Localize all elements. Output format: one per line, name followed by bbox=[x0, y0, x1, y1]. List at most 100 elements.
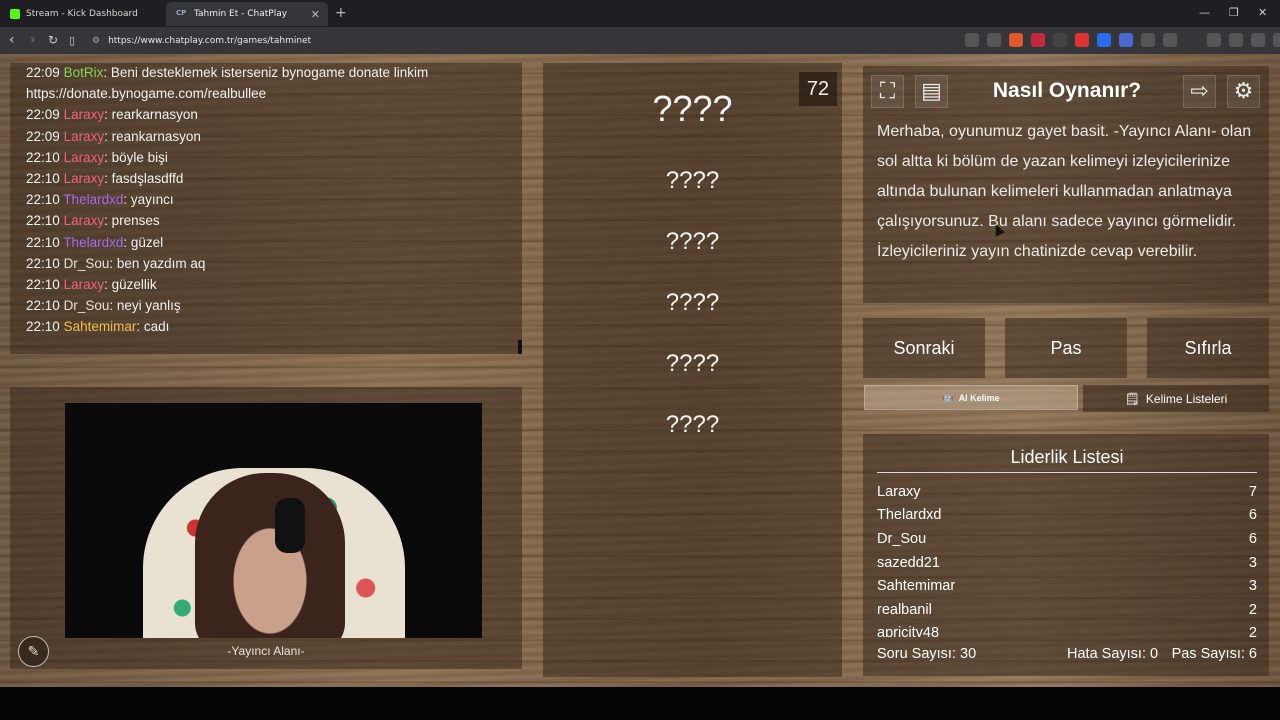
reset-button[interactable]: Sıfırla bbox=[1147, 318, 1269, 378]
media-icon[interactable] bbox=[1163, 33, 1177, 47]
leaderboard-row: Thelardxd 6 bbox=[877, 504, 1257, 528]
chat-username[interactable]: BotRix bbox=[64, 65, 104, 80]
chat-username[interactable]: Thelardxd bbox=[63, 235, 123, 250]
forbidden-word: ???? bbox=[665, 350, 720, 377]
leaderboard-row: apricity48 2 bbox=[877, 622, 1257, 637]
extension-red-icon[interactable] bbox=[1075, 33, 1089, 47]
tab-kick-dashboard[interactable]: Stream - Kick Dashboard bbox=[0, 2, 166, 26]
word-lists-button[interactable]: 🗒 Kelime Listeleri bbox=[1083, 385, 1269, 412]
chat-username[interactable]: Thelardxd bbox=[63, 192, 123, 207]
chat-username[interactable]: Laraxy bbox=[64, 150, 105, 165]
chat-message: 22:10 Sahtemimar: cadı bbox=[26, 319, 170, 335]
reload-icon[interactable]: ↻ bbox=[48, 33, 58, 47]
chat-text: neyi yanlış bbox=[116, 298, 181, 314]
chat-text: reankarnasyon bbox=[111, 128, 201, 144]
chat-message: 22:10 Laraxy: güzellik bbox=[26, 277, 157, 292]
close-tab-icon[interactable]: ✕ bbox=[311, 8, 320, 21]
chat-timestamp: 22:10 bbox=[26, 213, 60, 229]
word-lists-label: Kelime Listeleri bbox=[1145, 391, 1228, 406]
chat-username[interactable]: Laraxy bbox=[64, 107, 105, 122]
chat-username[interactable]: Laraxy bbox=[64, 171, 105, 186]
leaderboard-title: Liderlik Listesi bbox=[1010, 447, 1124, 467]
chat-panel[interactable]: 22:09 BotRix: Beni desteklemek isterseni… bbox=[10, 63, 522, 354]
chat-text: rearkarnasyon bbox=[111, 107, 198, 123]
question-count: Soru Sayısı: 30 bbox=[877, 646, 977, 662]
kick-icon bbox=[10, 9, 20, 19]
ai-word-button[interactable]: 🤖 AI Kelime bbox=[864, 385, 1078, 410]
tab-title: Stream - Kick Dashboard bbox=[26, 9, 138, 19]
notes-icon[interactable]: ▤ bbox=[915, 75, 948, 108]
chat-text: https://donate.bynogame.com/realbullee bbox=[26, 86, 267, 102]
exit-icon[interactable]: ⇨ bbox=[1183, 75, 1216, 108]
tab-chatplay[interactable]: CP Tahmin Et - ChatPlay ✕ bbox=[166, 2, 328, 26]
pass-button[interactable]: Pas bbox=[1005, 318, 1127, 378]
chat-username[interactable]: Dr_Sou bbox=[64, 256, 110, 271]
pass-count: Pas Sayısı: 6 bbox=[1171, 646, 1257, 662]
chat-timestamp: 22:09 bbox=[26, 65, 60, 80]
chat-username[interactable]: Laraxy bbox=[64, 129, 105, 144]
webcam-feed bbox=[65, 403, 482, 638]
chat-username[interactable]: Laraxy bbox=[64, 277, 105, 292]
vpn-icon[interactable] bbox=[1273, 33, 1280, 47]
player-name: Sahtemimar bbox=[877, 578, 956, 595]
forbidden-word: ???? bbox=[665, 411, 720, 438]
player-score: 7 bbox=[1248, 483, 1257, 500]
back-icon[interactable]: ‹ bbox=[9, 32, 15, 48]
error-count: Hata Sayısı: 0 bbox=[1067, 646, 1159, 662]
chat-timestamp: 22:10 bbox=[26, 255, 60, 271]
chat-username[interactable]: Laraxy bbox=[64, 213, 105, 228]
minimize-icon[interactable]: — bbox=[1199, 6, 1210, 19]
chat-text: ben yazdım aq bbox=[116, 255, 206, 271]
extensions-puzzle-icon[interactable] bbox=[1141, 33, 1155, 47]
chat-text: Beni desteklemek isterseniz bynogame don… bbox=[110, 65, 429, 80]
player-name: Laraxy bbox=[877, 483, 921, 500]
share-icon[interactable] bbox=[987, 33, 1001, 47]
new-tab-icon[interactable]: + bbox=[335, 5, 347, 21]
rewards-icon[interactable] bbox=[1031, 33, 1045, 47]
gear-icon[interactable]: ⚙ bbox=[1227, 75, 1260, 108]
next-button[interactable]: Sonraki bbox=[863, 318, 985, 378]
player-name: realbanil bbox=[877, 601, 932, 618]
url-field[interactable]: ⚙ https://www.chatplay.com.tr/games/tahm… bbox=[92, 31, 962, 50]
forbidden-word: ???? bbox=[665, 228, 720, 255]
chat-scrollbar[interactable] bbox=[518, 340, 522, 354]
chat-username[interactable]: Sahtemimar bbox=[64, 319, 137, 334]
site-info-icon[interactable]: ⚙ bbox=[92, 36, 100, 46]
brave-shield-icon[interactable] bbox=[1009, 33, 1023, 47]
chat-text: yayıncı bbox=[130, 192, 174, 208]
leaderboard-row: sazedd21 3 bbox=[877, 551, 1257, 575]
leaderboard-row: realbanil 2 bbox=[877, 598, 1257, 622]
extension-wave-icon[interactable] bbox=[1119, 33, 1133, 47]
extension-blue-icon[interactable] bbox=[1097, 33, 1111, 47]
bookmark-icon[interactable]: ▯ bbox=[69, 34, 75, 47]
player-score: 3 bbox=[1248, 554, 1257, 571]
chat-timestamp: 22:10 bbox=[26, 319, 60, 335]
chatplay-icon: CP bbox=[176, 9, 187, 17]
streamer-area-label: -Yayıncı Alanı- bbox=[227, 644, 305, 658]
chat-text: fasdşlasdffd bbox=[111, 171, 184, 186]
restore-icon[interactable]: ❐ bbox=[1229, 6, 1239, 19]
leaderboard-divider bbox=[877, 472, 1257, 473]
headset bbox=[275, 498, 305, 553]
translate-icon[interactable] bbox=[965, 33, 979, 47]
list-icon: 🗒 bbox=[1124, 391, 1140, 406]
chat-username[interactable]: Dr_Sou bbox=[64, 298, 110, 313]
forward-icon[interactable]: › bbox=[30, 32, 36, 48]
leo-icon[interactable] bbox=[1251, 33, 1265, 47]
extensions-area bbox=[965, 33, 1280, 47]
leaderboard-list[interactable]: Laraxy 7 Thelardxd 6 Dr_Sou 6 sazedd21 3 Sahtemi… bbox=[877, 480, 1257, 637]
pencil-icon[interactable]: ✎ bbox=[18, 636, 49, 667]
sidebar-icon[interactable] bbox=[1207, 33, 1221, 47]
fullscreen-icon[interactable]: ⛶ bbox=[871, 75, 904, 108]
wallet-icon[interactable] bbox=[1229, 33, 1243, 47]
browser-tab-bar: Stream - Kick Dashboard CP Tahmin Et - C… bbox=[0, 0, 1280, 27]
chat-message: 22:10 Laraxy: fasdşlasdffd bbox=[26, 171, 184, 186]
player-score: 6 bbox=[1248, 530, 1257, 547]
spacer-icon bbox=[1185, 33, 1199, 47]
chat-message: https://donate.bynogame.com/realbullee bbox=[26, 86, 266, 101]
chat-timestamp: 22:10 bbox=[26, 234, 60, 250]
player-score: 3 bbox=[1248, 578, 1257, 595]
window-close-icon[interactable]: ✕ bbox=[1258, 6, 1267, 19]
chat-timestamp: 22:10 bbox=[26, 149, 60, 165]
chat-text: güzel bbox=[130, 234, 164, 250]
